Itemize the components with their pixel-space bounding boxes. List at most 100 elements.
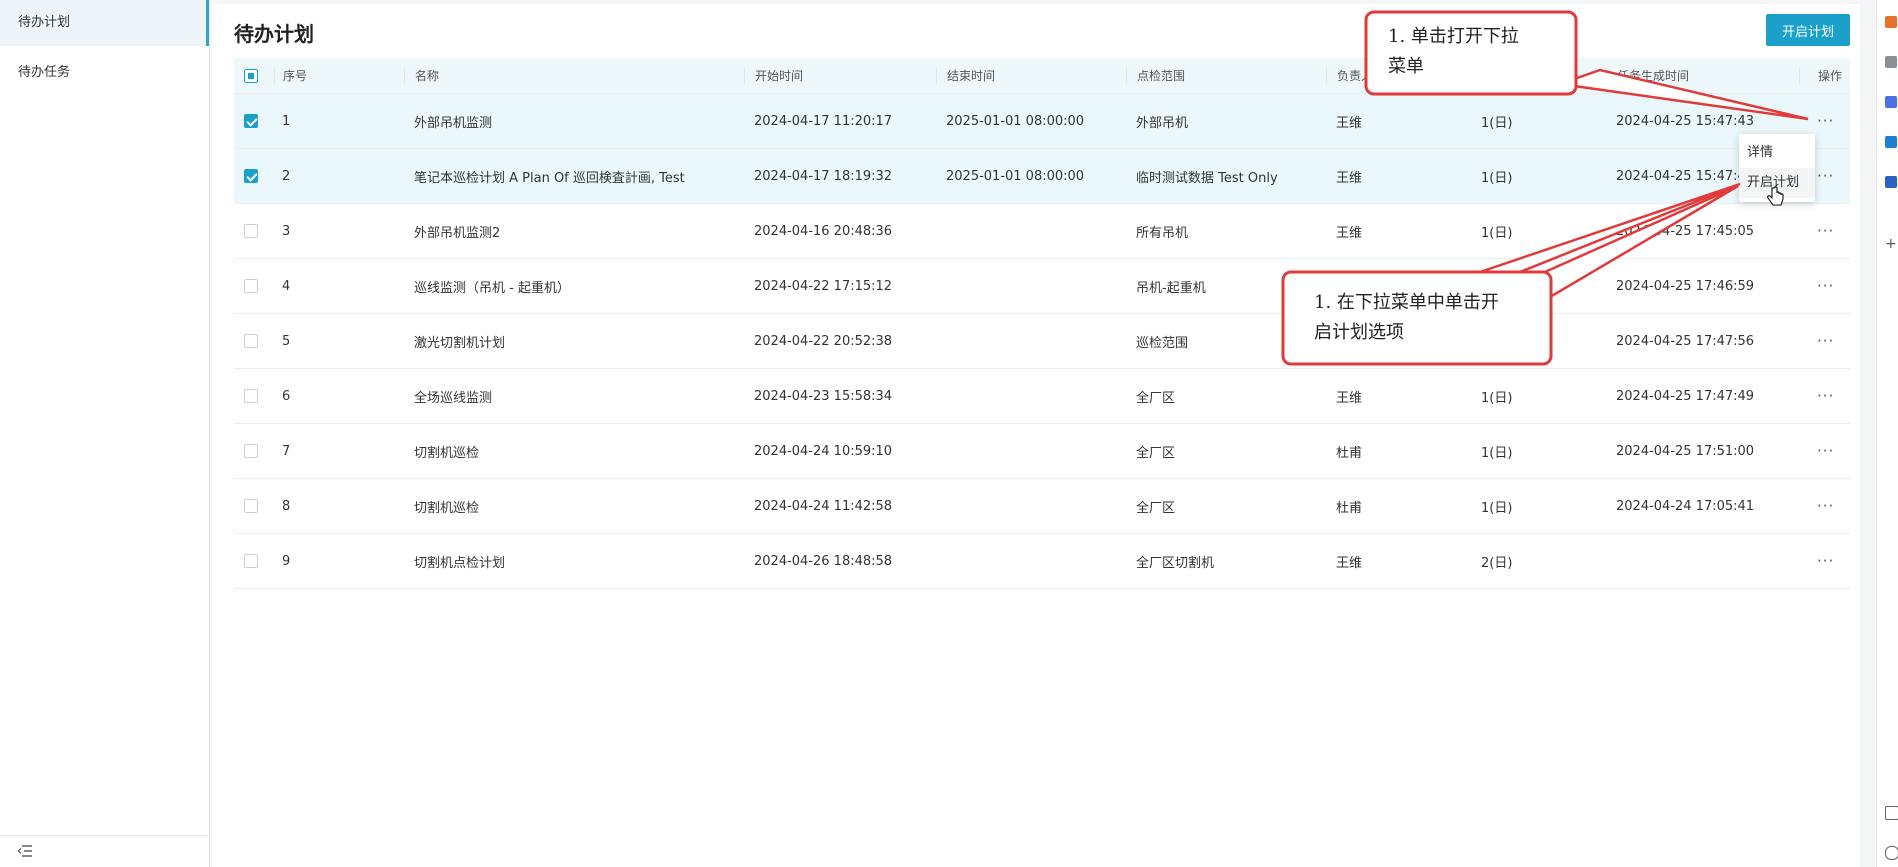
more-actions-icon[interactable]: ··· (1817, 332, 1834, 350)
settings-icon[interactable] (1885, 846, 1898, 860)
more-actions-icon[interactable]: ··· (1817, 277, 1834, 295)
more-actions-icon[interactable]: ··· (1817, 497, 1834, 515)
row-name: 巡线监测（吊机 - 起重机） (414, 280, 570, 296)
row-actions: ··· (1799, 332, 1849, 350)
row-scope: 所有吊机 (1136, 225, 1189, 241)
row-start-time: 2024-04-24 11:42:58 (754, 498, 893, 514)
more-actions-icon[interactable]: ··· (1817, 552, 1834, 570)
row-start-time: 2024-04-17 18:19:32 (754, 168, 893, 184)
row-scope: 全厂区 (1136, 445, 1176, 461)
more-actions-icon[interactable]: ··· (1817, 222, 1834, 240)
row-cycle: 1(日) (1481, 225, 1513, 241)
table-row[interactable]: 1 外部吊机监测 2024-04-17 11:20:17 2025-01-01 08:… (234, 94, 1850, 149)
send-icon[interactable] (1885, 176, 1897, 188)
row-name: 切割机巡检 (414, 500, 480, 516)
row-checkbox[interactable] (244, 169, 258, 183)
row-end-time: 2025-01-01 08:00:00 (946, 113, 1085, 129)
row-checkbox[interactable] (244, 499, 258, 513)
header-scope: 点检范围 (1126, 67, 1326, 84)
user-icon[interactable] (1885, 56, 1897, 68)
row-actions: ··· (1799, 277, 1849, 295)
row-index: 6 (282, 388, 291, 404)
callout-1-text: 1. 单击打开下拉 菜单 (1388, 22, 1519, 82)
header-select-all[interactable] (234, 68, 274, 83)
row-name: 切割机点检计划 (414, 555, 506, 571)
row-owner: 王维 (1336, 390, 1363, 406)
row-index: 1 (282, 113, 291, 129)
select-all-checkbox[interactable] (244, 68, 258, 83)
row-checkbox[interactable] (244, 279, 258, 293)
row-index: 3 (282, 223, 291, 239)
row-start-time: 2024-04-17 11:20:17 (754, 113, 893, 129)
row-generated-time: 2024-04-25 17:51:00 (1616, 443, 1755, 459)
hand-cursor-icon (1767, 186, 1784, 206)
row-select[interactable] (234, 499, 274, 513)
sidebar: 待办计划 待办任务 (0, 0, 210, 867)
row-select[interactable] (234, 169, 274, 183)
row-actions: ··· (1799, 497, 1849, 515)
table-row[interactable]: 7 切割机巡检 2024-04-24 10:59:10 全厂区 杜甫 1(日) 2024-0… (234, 424, 1850, 479)
chat-icon[interactable] (1885, 96, 1897, 108)
row-start-time: 2024-04-26 18:48:58 (754, 553, 893, 569)
row-select[interactable] (234, 334, 274, 348)
row-select[interactable] (234, 114, 274, 128)
row-checkbox[interactable] (244, 389, 258, 403)
right-toolbar: + (1876, 0, 1898, 867)
header-index: 序号 (274, 67, 404, 84)
briefcase-icon[interactable] (1885, 16, 1897, 28)
row-index: 8 (282, 498, 291, 514)
row-checkbox[interactable] (244, 224, 258, 238)
callout-1-line-2: 菜单 (1388, 56, 1424, 77)
header-actions: 操作 (1799, 67, 1849, 84)
row-select[interactable] (234, 389, 274, 403)
menu-collapse-icon[interactable] (18, 845, 32, 857)
row-scope: 全厂区 (1136, 390, 1176, 406)
table-row[interactable]: 2 笔记本巡检计划 A Plan Of 巡回検査計画, Test 2024-04-1… (234, 149, 1850, 204)
row-generated-time: 2024-04-24 17:05:41 (1616, 498, 1755, 514)
dropdown-item-details[interactable]: 详情 (1739, 138, 1815, 168)
sidebar-item-pending-tasks[interactable]: 待办任务 (0, 50, 209, 96)
header-generated-time: 任务生成时间 (1606, 67, 1799, 84)
row-checkbox[interactable] (244, 114, 258, 128)
row-scope: 全厂区切割机 (1136, 555, 1215, 571)
screenshot-icon[interactable] (1885, 806, 1898, 820)
table-row[interactable]: 8 切割机巡检 2024-04-24 11:42:58 全厂区 杜甫 1(日) 2024-0… (234, 479, 1850, 534)
table-row[interactable]: 3 外部吊机监测2 2024-04-16 20:48:36 所有吊机 王维 1(日) 202… (234, 204, 1850, 259)
row-select[interactable] (234, 444, 274, 458)
callout-2-text: 1. 在下拉菜单中单击开 启计划选项 (1314, 288, 1499, 348)
table-header: 序号 名称 开始时间 结束时间 点检范围 负责人 任务生成时间 操作 (234, 58, 1850, 94)
more-actions-icon[interactable]: ··· (1817, 442, 1834, 460)
more-actions-icon[interactable]: ··· (1817, 387, 1834, 405)
table-row[interactable]: 6 全场巡线监测 2024-04-23 15:58:34 全厂区 王维 1(日) 2024-… (234, 369, 1850, 424)
table-row[interactable]: 5 激光切割机计划 2024-04-22 20:52:38 巡检范围 2024-04-2… (234, 314, 1850, 369)
row-name: 切割机巡检 (414, 445, 480, 461)
row-cycle: 1(日) (1481, 170, 1513, 186)
row-checkbox[interactable] (244, 334, 258, 348)
outlook-icon[interactable] (1885, 136, 1897, 148)
table-row[interactable]: 9 切割机点检计划 2024-04-26 18:48:58 全厂区切割机 王维 2(日) ·… (234, 534, 1850, 589)
more-actions-icon[interactable]: ··· (1817, 167, 1834, 185)
table-body: 1 外部吊机监测 2024-04-17 11:20:17 2025-01-01 08:… (234, 94, 1850, 589)
row-select[interactable] (234, 279, 274, 293)
row-owner: 杜甫 (1336, 445, 1363, 461)
row-end-time: 2025-01-01 08:00:00 (946, 168, 1085, 184)
table-row[interactable]: 4 巡线监测（吊机 - 起重机） 2024-04-22 17:15:12 吊机-起重机… (234, 259, 1850, 314)
row-cycle: 1(日) (1481, 500, 1513, 516)
more-actions-icon[interactable]: ··· (1817, 112, 1834, 130)
row-generated-time: 2024-04-25 15:47:43 (1616, 113, 1755, 129)
row-scope: 全厂区 (1136, 500, 1176, 516)
start-plan-button[interactable]: 开启计划 (1765, 14, 1850, 46)
row-actions: ··· (1799, 112, 1849, 130)
row-select[interactable] (234, 224, 274, 238)
row-checkbox[interactable] (244, 444, 258, 458)
row-index: 5 (282, 333, 291, 349)
sidebar-item-pending-plans[interactable]: 待办计划 (0, 0, 209, 46)
row-owner: 杜甫 (1336, 500, 1363, 516)
row-index: 9 (282, 553, 291, 569)
add-icon[interactable]: + (1885, 237, 1897, 251)
row-start-time: 2024-04-16 20:48:36 (754, 223, 893, 239)
row-select[interactable] (234, 554, 274, 568)
page-title: 待办计划 (234, 22, 314, 46)
row-name: 激光切割机计划 (414, 335, 506, 351)
row-checkbox[interactable] (244, 554, 258, 568)
